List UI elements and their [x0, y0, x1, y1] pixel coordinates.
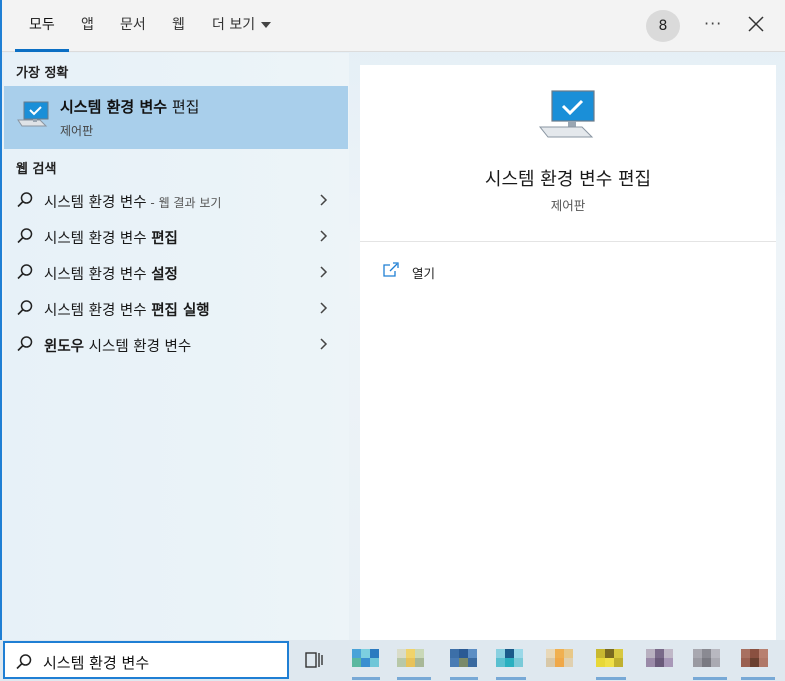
web-result-text-bold: 윈도우: [44, 339, 85, 355]
taskbar-app-icon[interactable]: [546, 649, 574, 675]
open-label: 열기: [412, 266, 436, 281]
tab-web[interactable]: 웹: [172, 0, 185, 52]
web-result-text-bold: 편집: [151, 231, 178, 247]
rewards-badge[interactable]: 8: [646, 10, 680, 42]
active-app-indicator: [496, 677, 526, 680]
web-result-text: 시스템 환경 변수 - 웹 결과 보기: [44, 191, 221, 212]
best-match-title-bold: 시스템 환경 변수: [60, 98, 168, 116]
search-icon: [17, 192, 33, 208]
best-match-title-rest: 편집: [167, 98, 200, 116]
active-app-indicator: [352, 677, 380, 680]
active-app-indicator: [596, 677, 626, 680]
tab-apps[interactable]: 앱: [81, 0, 94, 52]
taskbar-app-icon[interactable]: [397, 649, 425, 675]
detail-pane: 시스템 환경 변수 편집 제어판 열기: [360, 65, 776, 640]
web-result-text-normal: 시스템 환경 변수: [44, 195, 147, 211]
taskbar-app-icon[interactable]: [450, 649, 478, 675]
taskbar: 시스템 환경 변수: [0, 640, 785, 681]
best-match-item[interactable]: 시스템 환경 변수 편집 제어판: [4, 86, 348, 149]
tab-more-label: 더 보기: [212, 17, 256, 33]
more-icon[interactable]: ···: [704, 14, 722, 33]
taskbar-app-icon[interactable]: [646, 649, 674, 675]
web-result-item[interactable]: 시스템 환경 변수 - 웹 결과 보기: [4, 182, 348, 218]
search-filter-bar: 모두 앱 문서 웹 더 보기 8 ···: [2, 0, 785, 52]
web-result-item[interactable]: 시스템 환경 변수 설정: [4, 254, 348, 290]
web-result-text-bold: 편집 실행: [151, 303, 210, 319]
search-icon: [17, 300, 33, 316]
taskbar-search-box[interactable]: 시스템 환경 변수: [3, 641, 289, 679]
search-icon: [17, 264, 33, 280]
taskbar-app-icon[interactable]: [352, 649, 380, 675]
best-match-title: 시스템 환경 변수 편집: [60, 96, 199, 117]
active-app-indicator: [741, 677, 775, 680]
best-match-subtitle: 제어판: [60, 124, 94, 138]
chevron-right-icon: [320, 302, 328, 314]
web-result-text-normal: 시스템 환경 변수: [44, 303, 152, 319]
web-result-item[interactable]: 시스템 환경 변수 편집 실행: [4, 290, 348, 326]
open-button[interactable]: 열기: [382, 261, 502, 283]
taskbar-app-icon[interactable]: [496, 649, 524, 675]
web-result-text: 시스템 환경 변수 설정: [44, 263, 178, 284]
web-result-text-normal: 시스템 환경 변수: [44, 267, 152, 283]
chevron-right-icon: [320, 338, 328, 350]
web-result-item[interactable]: 시스템 환경 변수 편집: [4, 218, 348, 254]
web-result-text-normal: 시스템 환경 변수: [84, 339, 192, 355]
web-result-item[interactable]: 윈도우 시스템 환경 변수: [4, 326, 348, 362]
chevron-right-icon: [320, 266, 328, 278]
active-app-indicator: [397, 677, 431, 680]
best-match-heading: 가장 정확: [16, 66, 69, 81]
web-result-text: 시스템 환경 변수 편집: [44, 227, 178, 248]
results-list: 가장 정확 시스템 환경 변수 편집 제어판 웹 검색 시스템 환경 변수 - …: [4, 53, 349, 640]
web-result-suffix: - 웹 결과 보기: [146, 196, 222, 210]
open-external-icon: [383, 262, 399, 277]
chevron-right-icon: [320, 230, 328, 242]
chevron-right-icon: [320, 194, 328, 206]
taskbar-app-icon[interactable]: [596, 649, 624, 675]
task-view-icon[interactable]: [304, 650, 324, 670]
computer-check-icon: [538, 90, 595, 138]
tab-documents[interactable]: 문서: [120, 0, 146, 52]
web-search-heading: 웹 검색: [16, 162, 57, 177]
chevron-down-icon: [261, 22, 272, 28]
active-app-indicator: [450, 677, 478, 680]
web-result-text: 시스템 환경 변수 편집 실행: [44, 299, 210, 320]
web-result-text-normal: 시스템 환경 변수: [44, 231, 152, 247]
tab-more[interactable]: 더 보기: [212, 0, 272, 52]
web-result-text: 윈도우 시스템 환경 변수: [44, 335, 191, 356]
search-input[interactable]: 시스템 환경 변수: [43, 652, 149, 673]
divider: [360, 241, 776, 242]
computer-check-icon: [17, 101, 49, 127]
close-icon[interactable]: [746, 14, 766, 34]
search-icon: [17, 228, 33, 244]
active-app-indicator: [693, 677, 727, 680]
search-icon: [16, 654, 32, 670]
search-icon: [17, 336, 33, 352]
start-search-panel: 모두 앱 문서 웹 더 보기 8 ··· 가장 정확 시스템 환경 변수 편집 …: [0, 0, 785, 640]
detail-subtitle: 제어판: [550, 198, 586, 213]
web-result-text-bold: 설정: [151, 267, 178, 283]
taskbar-app-icon[interactable]: [741, 649, 769, 675]
detail-title: 시스템 환경 변수 편집: [484, 169, 652, 190]
taskbar-app-icon[interactable]: [693, 649, 721, 675]
tab-all[interactable]: 모두: [15, 0, 69, 52]
